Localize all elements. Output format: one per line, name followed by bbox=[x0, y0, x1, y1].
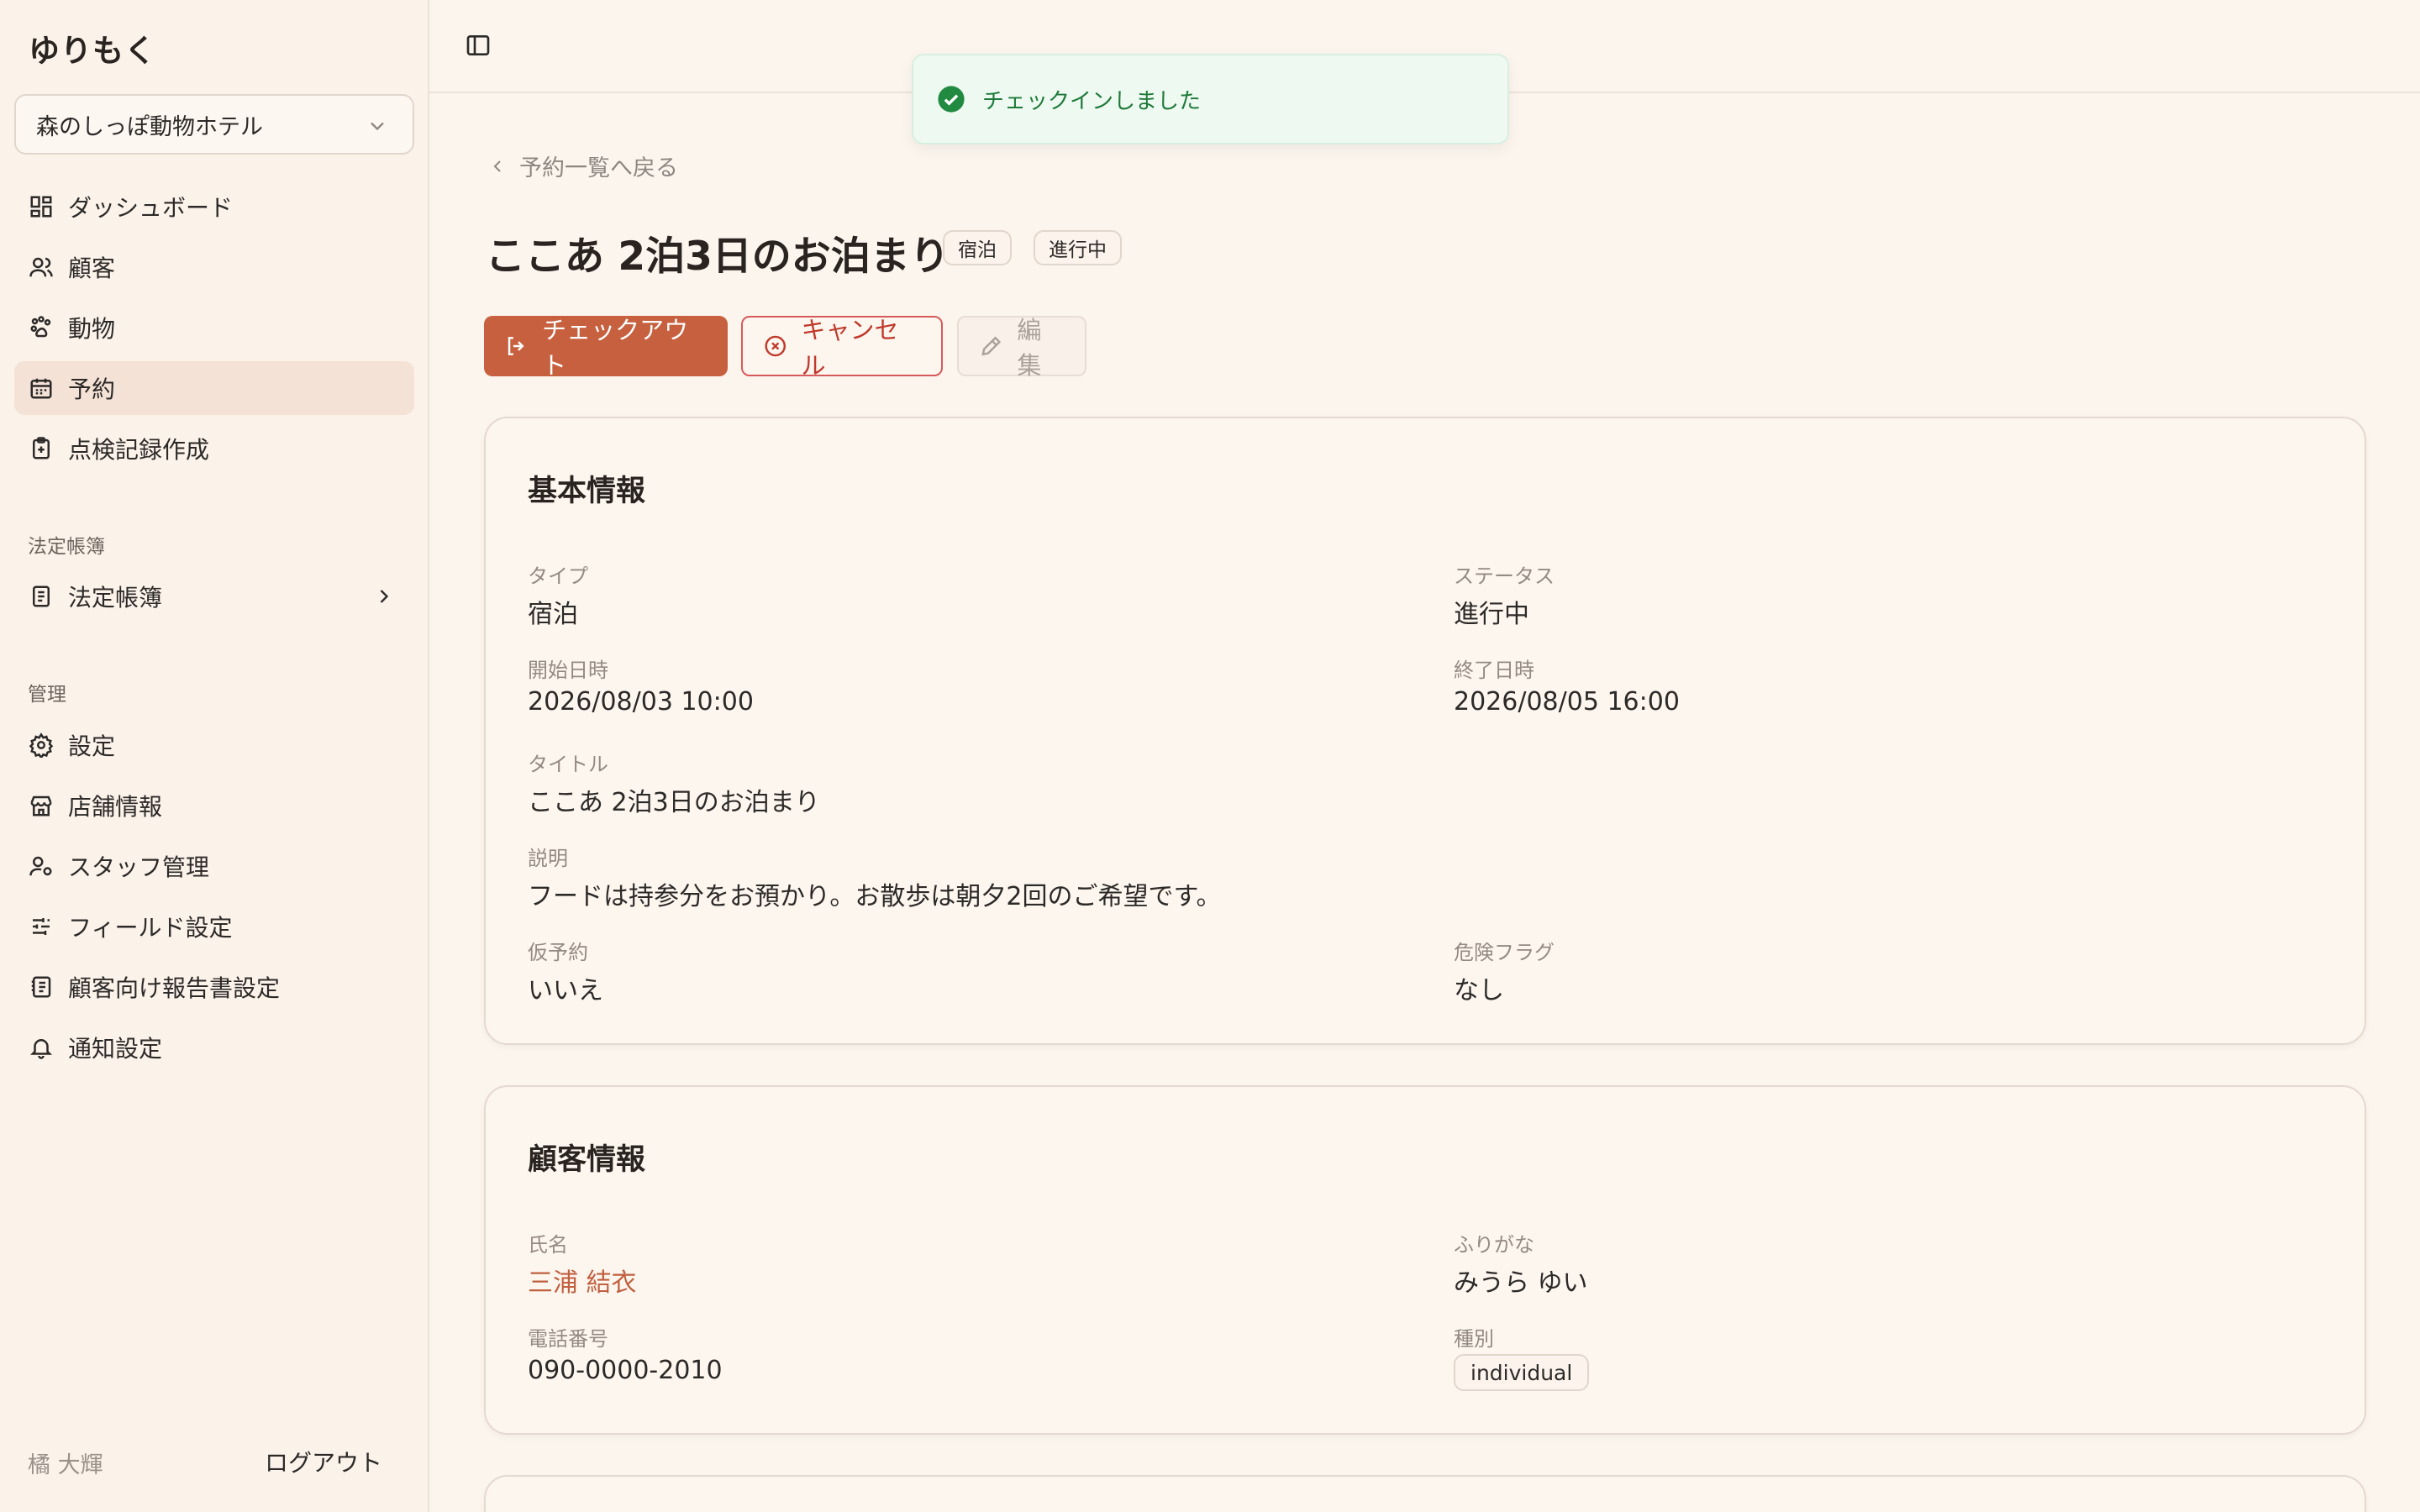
sidebar-item-label: 予約 bbox=[68, 375, 116, 403]
type-value: 宿泊 bbox=[528, 600, 578, 629]
sidebar-item-label: ダッシュボード bbox=[68, 194, 234, 222]
back-to-reservations-link[interactable]: 予約一覧へ戻る bbox=[487, 150, 678, 182]
pencil-icon bbox=[981, 336, 1002, 356]
section-label-admin: 管理 bbox=[28, 684, 66, 706]
report-icon bbox=[28, 974, 55, 1000]
cancel-button-label: キャンセル bbox=[801, 316, 899, 380]
sidebar-item-label: 点検記録作成 bbox=[68, 436, 210, 464]
sidebar-item-label: 法定帳簿 bbox=[68, 584, 163, 612]
danger-flag-value: なし bbox=[1454, 976, 1504, 1005]
customer-name-link[interactable]: 三浦 結衣 bbox=[528, 1262, 637, 1299]
sidebar-item-label: 通知設定 bbox=[68, 1035, 163, 1063]
customer-kind-label: 種別 bbox=[1454, 1327, 1494, 1351]
sidebar-item-label: フィールド設定 bbox=[68, 914, 233, 942]
sidebar-item-label: 設定 bbox=[68, 732, 116, 760]
book-icon bbox=[28, 583, 55, 610]
start-value: 2026/08/03 10:00 bbox=[528, 687, 754, 717]
sidebar-item-animals[interactable]: 動物 bbox=[14, 301, 414, 354]
brand-logo: ゆりもく bbox=[29, 33, 156, 69]
admin-nav: 設定 店舗情報 スタッフ管理 フィールド設定 顧客向け報告書設定 通知設定 bbox=[14, 718, 414, 1081]
description-label: 説明 bbox=[528, 847, 568, 870]
sidebar-item-customers[interactable]: 顧客 bbox=[14, 240, 414, 294]
legal-nav: 法定帳簿 bbox=[14, 570, 414, 630]
sidebar-item-staff[interactable]: スタッフ管理 bbox=[14, 839, 414, 893]
back-link-label: 予約一覧へ戻る bbox=[519, 155, 678, 181]
status-badge: 進行中 bbox=[1034, 230, 1122, 265]
cancel-button[interactable]: キャンセル bbox=[741, 316, 943, 380]
store-icon bbox=[28, 792, 55, 819]
dashboard-icon bbox=[28, 193, 55, 220]
paw-icon bbox=[28, 314, 55, 341]
sidebar: ゆりもく 森のしっぽ動物ホテル ダッシュボード 顧客 動物 予約 点検記録作成 … bbox=[0, 0, 429, 1512]
sidebar-item-label: 顧客 bbox=[68, 255, 116, 282]
success-toast: チェックインしました bbox=[912, 54, 1509, 144]
logout-button[interactable]: ログアウト bbox=[265, 1445, 382, 1478]
section-label-legal: 法定帳簿 bbox=[28, 536, 105, 558]
edit-button[interactable]: 編集 bbox=[957, 316, 1086, 380]
basic-info-card: 基本情報 タイプ 宿泊 ステータス 進行中 開始日時 2026/08/03 10… bbox=[484, 417, 2366, 1045]
customer-kana-value: みうら ゆい bbox=[1454, 1268, 1588, 1298]
sidebar-item-inspection[interactable]: 点検記録作成 bbox=[14, 422, 414, 475]
title-label: タイトル bbox=[528, 753, 608, 776]
app-root: ゆりもく 森のしっぽ動物ホテル ダッシュボード 顧客 動物 予約 点検記録作成 … bbox=[0, 0, 2420, 1512]
users-icon bbox=[28, 254, 55, 281]
basic-info-title: 基本情報 bbox=[528, 475, 646, 508]
sidebar-item-label: 顧客向け報告書設定 bbox=[68, 974, 281, 1002]
title-value: ここあ 2泊3日のお泊まり bbox=[528, 788, 820, 817]
main-nav: ダッシュボード 顧客 動物 予約 点検記録作成 bbox=[14, 180, 414, 482]
bell-icon bbox=[28, 1034, 55, 1061]
type-label: タイプ bbox=[528, 564, 588, 588]
toast-message: チェックインしました bbox=[982, 88, 1202, 114]
sidebar-item-dashboard[interactable]: ダッシュボード bbox=[14, 180, 414, 234]
calendar-icon bbox=[28, 375, 55, 402]
type-badge: 宿泊 bbox=[943, 230, 1012, 265]
checkout-button[interactable]: チェックアウト bbox=[484, 316, 728, 380]
phone-value: 090-0000-2010 bbox=[528, 1356, 723, 1385]
store-select-value: 森のしっぽ動物ホテル bbox=[36, 113, 263, 140]
danger-flag-label: 危険フラグ bbox=[1454, 941, 1555, 964]
user-gear-icon bbox=[28, 853, 55, 879]
store-select[interactable]: 森のしっぽ動物ホテル bbox=[14, 94, 414, 155]
next-section-card bbox=[484, 1475, 2366, 1512]
sidebar-item-label: スタッフ管理 bbox=[68, 853, 210, 881]
gear-icon bbox=[28, 732, 55, 759]
sidebar-item-settings[interactable]: 設定 bbox=[14, 718, 414, 772]
sliders-icon bbox=[28, 913, 55, 940]
customer-kind-badge: individual bbox=[1454, 1354, 1590, 1391]
checkout-button-label: チェックアウト bbox=[542, 316, 689, 380]
check-circle-icon bbox=[938, 86, 965, 113]
sidebar-item-report-settings[interactable]: 顧客向け報告書設定 bbox=[14, 960, 414, 1014]
phone-label: 電話番号 bbox=[528, 1327, 608, 1351]
start-label: 開始日時 bbox=[528, 659, 608, 682]
clipboard-icon bbox=[28, 435, 55, 462]
status-value: 進行中 bbox=[1454, 600, 1529, 629]
sidebar-toggle-icon[interactable] bbox=[465, 32, 492, 59]
description-value: フードは持参分をお預かり。お散歩は朝夕2回のご希望です。 bbox=[528, 882, 1222, 911]
customer-name-label: 氏名 bbox=[528, 1233, 568, 1257]
chevron-right-icon bbox=[380, 590, 389, 603]
customer-info-title: 顧客情報 bbox=[528, 1143, 646, 1177]
customer-info-card: 顧客情報 氏名 三浦 結衣 ふりがな みうら ゆい 電話番号 090-0000-… bbox=[484, 1085, 2366, 1435]
sidebar-item-field-settings[interactable]: フィールド設定 bbox=[14, 900, 414, 953]
status-label: ステータス bbox=[1454, 564, 1555, 588]
sidebar-item-store-info[interactable]: 店舗情報 bbox=[14, 779, 414, 832]
customer-kana-label: ふりがな bbox=[1454, 1233, 1534, 1257]
end-label: 終了日時 bbox=[1454, 659, 1534, 682]
sidebar-item-label: 店舗情報 bbox=[68, 793, 163, 821]
page-title: ここあ 2泊3日のお泊まり bbox=[486, 234, 950, 280]
sidebar-item-notification-settings[interactable]: 通知設定 bbox=[14, 1021, 414, 1074]
x-circle-icon bbox=[765, 335, 786, 357]
tentative-value: いいえ bbox=[528, 976, 603, 1005]
sidebar-item-legal-books[interactable]: 法定帳簿 bbox=[14, 570, 414, 623]
chevron-left-icon bbox=[493, 160, 501, 172]
sidebar-item-reservations[interactable]: 予約 bbox=[14, 361, 414, 415]
chevron-down-icon bbox=[371, 122, 384, 131]
edit-button-label: 編集 bbox=[1017, 316, 1042, 380]
current-user-name: 橘 大輝 bbox=[28, 1452, 103, 1478]
sidebar-item-label: 動物 bbox=[68, 315, 116, 343]
tentative-label: 仮予約 bbox=[528, 941, 588, 964]
end-value: 2026/08/05 16:00 bbox=[1454, 687, 1680, 717]
logout-arrow-icon bbox=[508, 337, 524, 355]
